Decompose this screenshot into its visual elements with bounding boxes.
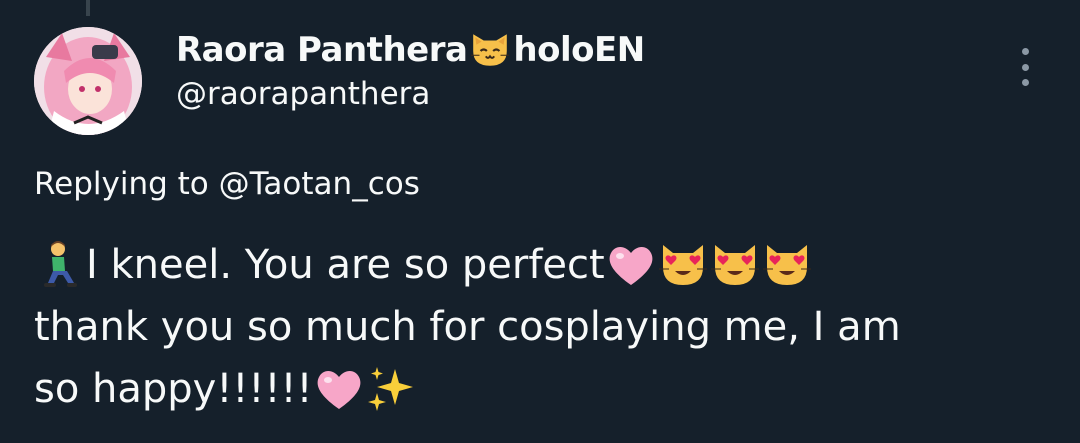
cat-face-icon xyxy=(469,30,511,70)
display-name-part1: Raora Panthera xyxy=(176,30,468,70)
more-icon-dot xyxy=(1021,63,1029,71)
more-icon-dot xyxy=(1021,48,1029,55)
more-options-button[interactable] xyxy=(1018,48,1032,86)
display-name[interactable]: Raora Panthera holoEN xyxy=(176,28,645,72)
sparkles-icon xyxy=(365,363,417,415)
tweet-text: I kneel. You are so perfect thank you so… xyxy=(34,234,1044,420)
pink-heart-icon xyxy=(605,239,657,291)
tweet-text-segment-3: so happy!!!!!! xyxy=(34,366,313,412)
display-name-part2: holoEN xyxy=(513,30,645,70)
more-icon-dot xyxy=(1021,79,1029,86)
user-handle[interactable]: @raorapanthera xyxy=(176,74,645,114)
avatar[interactable] xyxy=(34,27,142,135)
replying-to-label[interactable]: Replying to @Taotan_cos xyxy=(34,162,420,206)
tweet-text-line-3: so happy!!!!!! xyxy=(34,358,1044,420)
person-kneeling-icon xyxy=(34,239,86,291)
heart-eyes-cat-icon xyxy=(709,239,761,291)
tweet-text-line-2: thank you so much for cosplaying me, I a… xyxy=(34,296,1044,358)
heart-eyes-cat-icon xyxy=(657,239,709,291)
tweet-card: Raora Panthera holoEN @raorapanthera Rep… xyxy=(0,0,1080,443)
heart-eyes-cat-icon xyxy=(761,239,813,291)
pink-heart-icon xyxy=(313,363,365,415)
tweet-text-segment-1: I kneel. You are so perfect xyxy=(86,242,605,288)
author-info: Raora Panthera holoEN @raorapanthera xyxy=(176,28,645,114)
tweet-text-segment-2: thank you so much for cosplaying me, I a… xyxy=(34,304,901,350)
thread-connector-line xyxy=(86,0,90,16)
tweet-text-line-1: I kneel. You are so perfect xyxy=(34,234,1044,296)
